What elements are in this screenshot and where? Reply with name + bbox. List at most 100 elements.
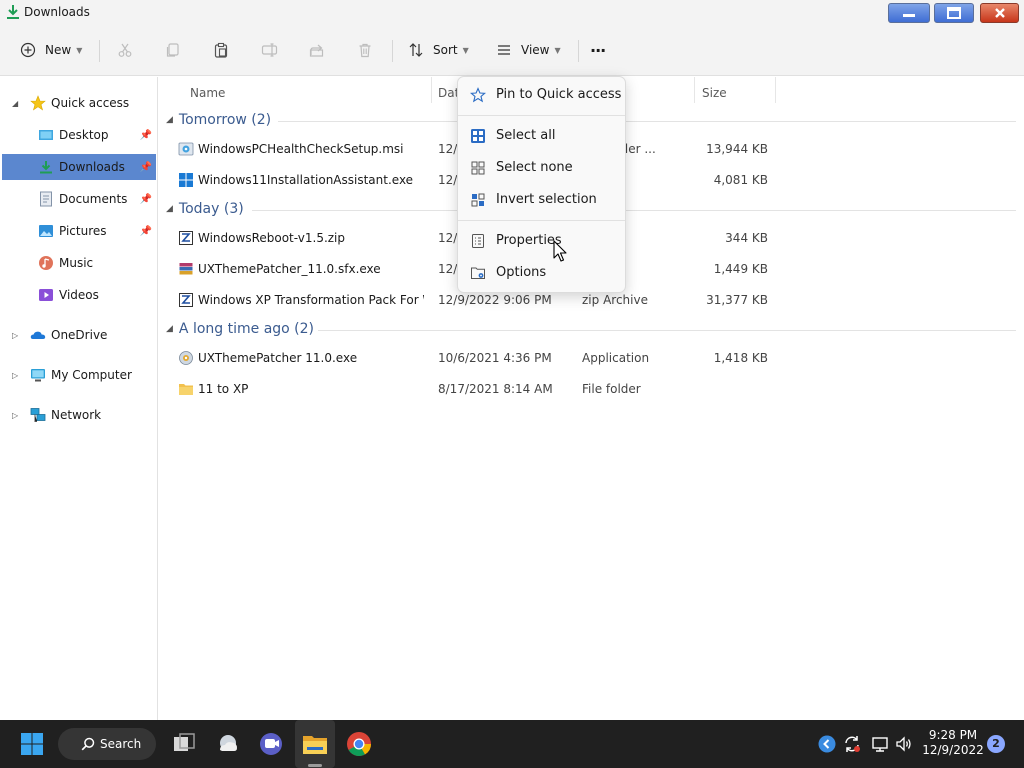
desktop-icon (39, 130, 53, 140)
pin-icon: 📌 (139, 129, 152, 141)
column-divider[interactable] (694, 77, 695, 103)
notification-badge[interactable]: 2 (987, 735, 1005, 753)
see-more-button[interactable]: ··· (590, 36, 606, 64)
file-name: UXThemePatcher 11.0.exe (198, 351, 358, 365)
videos-icon (39, 289, 53, 301)
sidebar-item-onedrive[interactable]: ▷ OneDrive (2, 322, 156, 348)
sidebar-item-music[interactable]: Music (2, 250, 156, 276)
file-date: 12/ (438, 142, 458, 156)
menu-item-label: Select all (496, 128, 556, 143)
sidebar-item-my-computer[interactable]: ▷ My Computer (2, 362, 156, 388)
teams-chat-button[interactable] (257, 730, 285, 758)
cut-button[interactable] (117, 36, 133, 64)
sync-icon[interactable] (842, 734, 862, 754)
menu-item-label: Properties (496, 233, 562, 248)
file-size: 4,081 KB (713, 173, 768, 187)
column-header-name[interactable]: Name (190, 81, 225, 105)
group-label: Tomorrow (2) (178, 112, 272, 128)
file-name: WindowsPCHealthCheckSetup.msi (198, 142, 404, 156)
copy-icon (166, 43, 179, 57)
group-header-tomorrow[interactable]: ◢ Tomorrow (2) (166, 109, 271, 131)
delete-button[interactable] (357, 36, 373, 64)
view-icon (498, 45, 510, 55)
select-none-icon (471, 161, 485, 175)
maximize-button[interactable] (934, 3, 974, 23)
delete-icon (359, 43, 371, 58)
window-title: Downloads (24, 5, 90, 19)
share-icon (309, 44, 324, 57)
download-icon (40, 161, 52, 174)
file-size: 1,418 KB (713, 351, 768, 365)
sidebar-item-label: My Computer (51, 368, 132, 382)
sfx-icon (179, 263, 193, 275)
copy-button[interactable] (165, 36, 181, 64)
taskbar-clock[interactable]: 9:28 PM 12/9/2022 (918, 728, 988, 758)
file-explorer-taskbar-button[interactable] (301, 730, 329, 758)
clock-date: 12/9/2022 (922, 743, 984, 757)
add-icon (20, 42, 36, 58)
menu-item-invert-selection[interactable]: Invert selection (462, 185, 622, 215)
group-divider (318, 330, 1016, 331)
file-name: WindowsReboot-v1.5.zip (198, 231, 346, 245)
sort-button[interactable]: Sort ▼ (408, 36, 469, 64)
task-view-button[interactable] (170, 730, 198, 758)
collapsed-arrow-icon[interactable]: ▷ (12, 331, 18, 340)
menu-item-properties[interactable]: Properties (462, 226, 622, 256)
group-divider (278, 121, 1016, 122)
rename-button[interactable] (261, 36, 279, 64)
share-button[interactable] (309, 36, 325, 64)
menu-item-pin-to-quick-access[interactable]: Pin to Quick access (462, 80, 622, 110)
sidebar-item-label: Documents (59, 192, 128, 206)
column-divider[interactable] (775, 77, 776, 103)
star-icon (30, 95, 46, 111)
new-button[interactable]: New ▼ (20, 36, 82, 64)
collapsed-arrow-icon[interactable]: ▷ (12, 371, 18, 380)
taskbar-search[interactable]: Search (58, 728, 156, 760)
rename-icon (261, 43, 278, 57)
column-header-size[interactable]: Size (702, 81, 727, 105)
menu-item-select-none[interactable]: Select none (462, 153, 622, 183)
properties-icon (472, 234, 484, 248)
chrome-icon (347, 732, 371, 757)
widgets-button[interactable] (214, 730, 242, 758)
show-hidden-icons-icon[interactable] (817, 734, 837, 754)
sidebar-item-pictures[interactable]: Pictures 📌 (2, 218, 156, 244)
sidebar-item-quick-access[interactable]: ◢ Quick access (2, 90, 156, 116)
sidebar-item-documents[interactable]: Documents 📌 (2, 186, 156, 212)
sidebar-item-desktop[interactable]: Desktop 📌 (2, 122, 156, 148)
file-size: 344 KB (725, 231, 768, 245)
menu-item-options[interactable]: Options (462, 258, 622, 288)
group-header-today[interactable]: ◢ Today (3) (166, 198, 244, 220)
column-header-label: Name (190, 86, 226, 100)
network-tray-icon[interactable] (870, 734, 890, 754)
group-label: A long time ago (2) (178, 321, 315, 337)
view-button[interactable]: View ▼ (496, 36, 561, 64)
start-button[interactable] (18, 730, 46, 758)
minimize-icon (903, 14, 915, 17)
collapsed-arrow-icon[interactable]: ▷ (12, 411, 18, 420)
exe-icon (179, 351, 193, 365)
clock-time: 9:28 PM (928, 728, 978, 742)
sidebar-item-downloads[interactable]: Downloads 📌 (2, 154, 156, 180)
sidebar-item-label: Pictures (59, 224, 107, 238)
paste-button[interactable] (213, 36, 229, 64)
collapse-arrow-icon[interactable]: ◢ (166, 324, 173, 334)
file-row[interactable]: 11 to XP 8/17/2021 8:14 AM File folder (160, 374, 1024, 404)
close-button[interactable] (980, 3, 1019, 23)
menu-item-select-all[interactable]: Select all (462, 121, 622, 151)
sidebar-item-videos[interactable]: Videos (2, 282, 156, 308)
file-row[interactable]: UXThemePatcher 11.0.exe 10/6/2021 4:36 P… (160, 343, 1024, 373)
mouse-cursor-icon (553, 240, 567, 262)
volume-icon[interactable] (894, 734, 914, 754)
minimize-button[interactable] (888, 3, 930, 23)
menu-separator (458, 220, 625, 221)
sidebar-item-network[interactable]: ▷ Network (2, 402, 156, 428)
group-header-long-ago[interactable]: ◢ A long time ago (2) (166, 318, 314, 340)
sidebar-item-label: OneDrive (51, 328, 108, 342)
column-divider[interactable] (431, 77, 432, 103)
collapse-arrow-icon[interactable]: ◢ (166, 115, 173, 125)
expanded-arrow-icon[interactable]: ◢ (12, 99, 18, 108)
sidebar-item-label: Videos (59, 288, 99, 302)
collapse-arrow-icon[interactable]: ◢ (166, 204, 173, 214)
chrome-taskbar-button[interactable] (345, 730, 373, 758)
